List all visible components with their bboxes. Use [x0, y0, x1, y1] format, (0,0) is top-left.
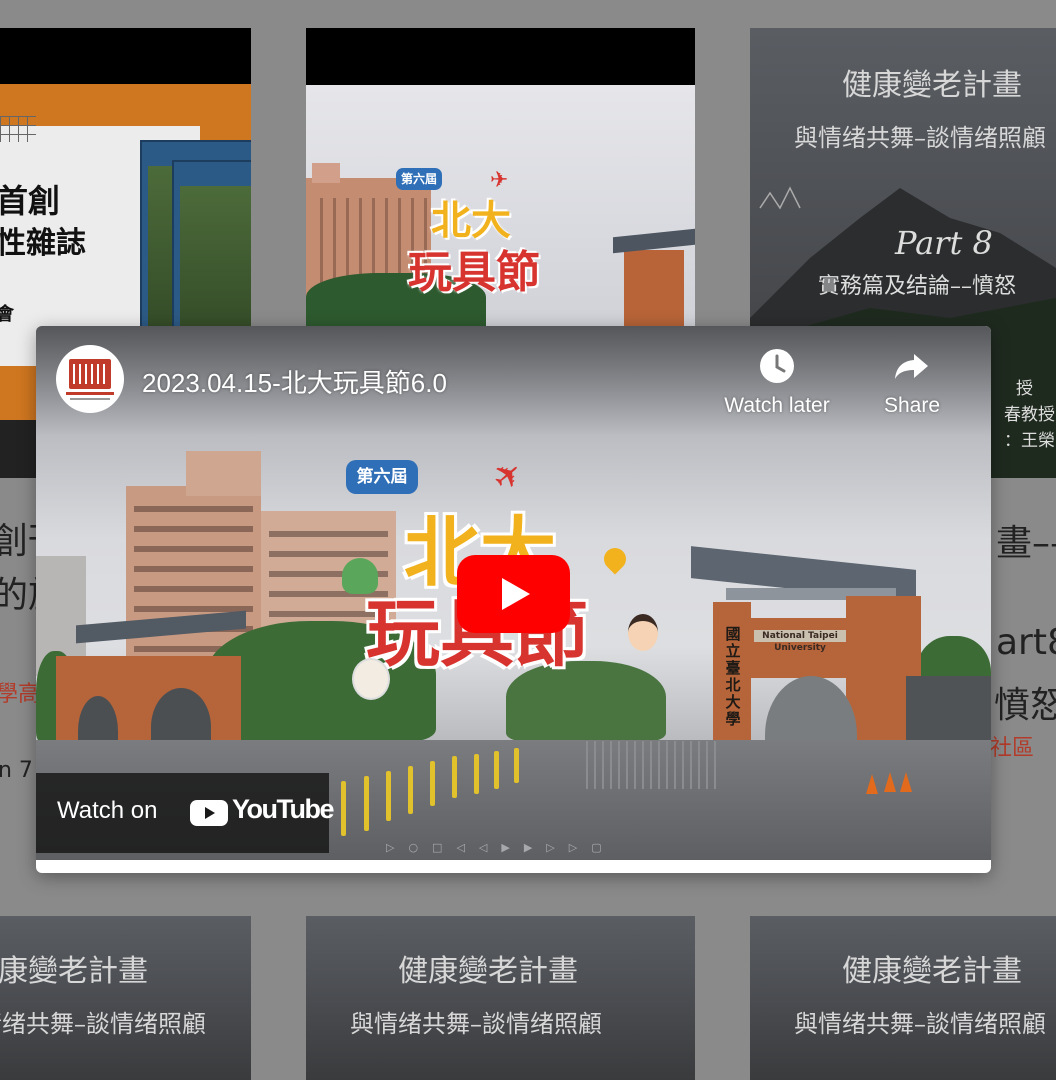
watch-later-label: Watch later [724, 394, 830, 417]
share-icon [895, 354, 928, 379]
poster-credit1: 授 [1016, 379, 1033, 399]
mascot-child-icon [628, 614, 658, 651]
video-card-bottom-1[interactable]: 健康變老計畫 與情绪共舞–談情绪照顧 [0, 916, 251, 1080]
festival-logo-line2: 玩具節 [408, 247, 540, 298]
gate-sign: National Taipei University [754, 630, 846, 653]
mascot-bear-icon [352, 658, 390, 700]
festival-badge: 第六屆 [396, 168, 442, 190]
youtube-wordmark: YouTube [232, 794, 334, 824]
gate-image [624, 250, 684, 328]
video-controls-hint: ▷○□◁◁▶▶▷▷▢ [386, 841, 616, 854]
magazine-title-line1: 首創 [0, 182, 61, 220]
magazine-title-line2: 性雜誌 [0, 226, 86, 261]
youtube-embed[interactable]: National Taipei University 國立臺北大學 第六屆 北大… [36, 326, 991, 860]
festival-badge: 第六屆 [346, 460, 418, 494]
card-channel-left[interactable]: 學高 [0, 676, 40, 708]
video-card-bottom-3[interactable]: 健康變老計畫 與情绪共舞–談情绪照顧 [750, 916, 1056, 1080]
watch-later-button[interactable]: Watch later [707, 346, 847, 418]
card-title-right-line2[interactable]: art8 [996, 622, 1056, 663]
poster-line2: 與情绪共舞–談情绪照顧 [350, 1010, 602, 1038]
play-button[interactable] [457, 555, 570, 633]
poster-credit2: 春教授 [1004, 405, 1055, 425]
card-title-right-line1[interactable]: 畫–– [996, 514, 1056, 566]
card-title-right-line3[interactable]: 憤怒 [994, 676, 1056, 728]
share-button[interactable]: Share [842, 346, 982, 418]
poster-line1: 健康變老計畫 [398, 954, 578, 989]
gate-vertical-sign: 國立臺北大學 [725, 625, 741, 728]
mascot-dinosaur-icon [342, 558, 378, 594]
poster-line2: 與情绪共舞–談情绪照顧 [794, 124, 1046, 152]
poster-line1: 健康變老計畫 [842, 68, 1022, 103]
poster-credit3: ：王榮 [1004, 431, 1055, 451]
video-card-toy-festival[interactable]: 第六屆 北大 玩具節 ✈ [306, 28, 695, 328]
watch-on-label: Watch on [57, 797, 158, 824]
video-title[interactable]: 2023.04.15-北大玩具節6.0 [142, 363, 447, 400]
poster-part: Part 8 [895, 224, 993, 262]
magazine-footer-text: 會 [0, 304, 14, 325]
youtube-logo-icon [190, 800, 228, 826]
video-modal[interactable]: National Taipei University 國立臺北大學 第六屆 北大… [36, 326, 991, 873]
channel-avatar[interactable] [56, 345, 124, 413]
university-logo-icon [69, 359, 111, 389]
clock-icon [760, 349, 794, 383]
video-card-bottom-2[interactable]: 健康變老計畫 與情绪共舞–談情绪照顧 [306, 916, 695, 1080]
poster-subtitle: 實務篇及结論––憤怒 [818, 274, 1017, 299]
poster-line1: 健康變老計畫 [842, 954, 1022, 989]
rocket-icon: ✈ [490, 168, 509, 193]
card-thumbnail[interactable]: 第六屆 北大 玩具節 ✈ [306, 28, 695, 328]
watch-on-youtube-button[interactable]: Watch on YouTube [36, 773, 334, 853]
share-label: Share [883, 394, 941, 417]
card-meta-left: n 7 [0, 758, 33, 783]
poster-line1: 健康變老計畫 [0, 954, 148, 989]
card-channel-right[interactable]: 社區 [990, 730, 1034, 762]
poster-line2: 與情绪共舞–談情绪照顧 [794, 1010, 1046, 1038]
poster-line2: 與情绪共舞–談情绪照顧 [0, 1010, 206, 1038]
